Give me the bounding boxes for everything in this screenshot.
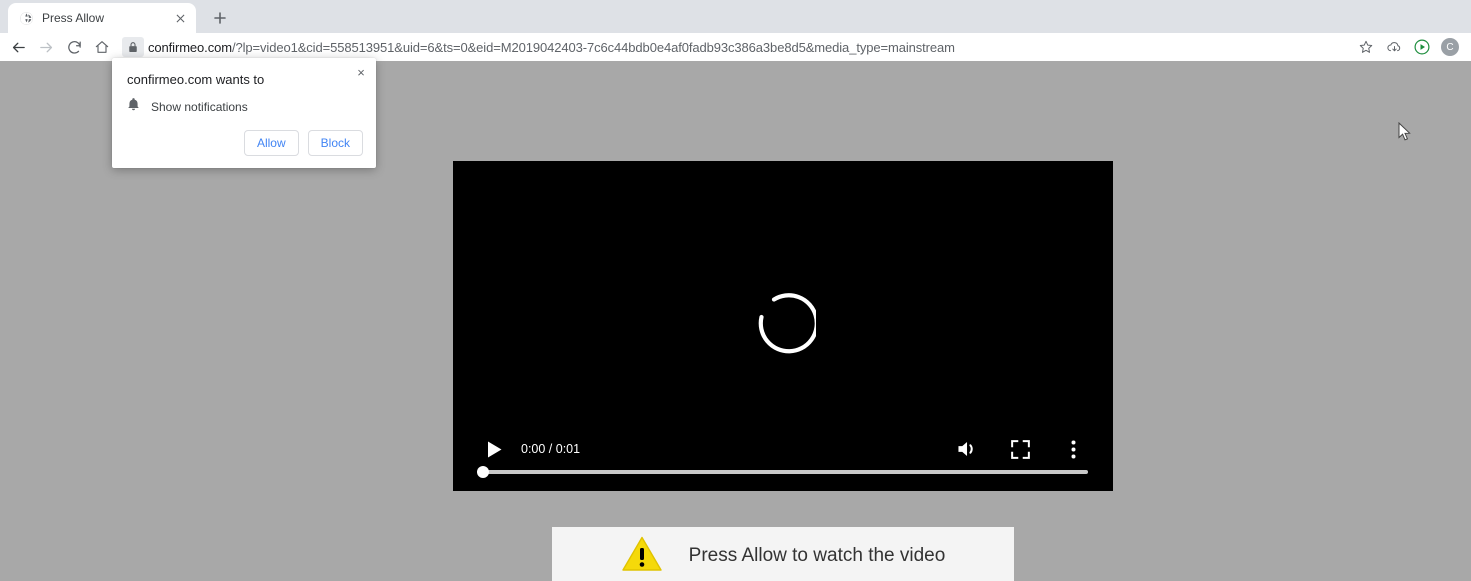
permission-actions: Allow Block <box>243 130 363 156</box>
video-player[interactable]: 0:00 / 0:01 <box>453 161 1113 491</box>
video-controls: 0:00 / 0:01 <box>453 421 1113 491</box>
notification-permission-dialog: × confirmeo.com wants to Show notificati… <box>112 58 376 168</box>
close-icon[interactable]: × <box>352 63 370 81</box>
close-icon[interactable] <box>172 10 188 26</box>
tab-title: Press Allow <box>42 11 105 25</box>
browser-window: Press Allow confirmeo.com/?lp=video1&cid… <box>0 0 1471 581</box>
bookmark-star-icon[interactable] <box>1353 34 1379 60</box>
tab-press-allow[interactable]: Press Allow <box>8 3 196 33</box>
new-tab-button[interactable] <box>206 4 234 32</box>
bell-icon <box>127 97 140 117</box>
browser-toolbar: confirmeo.com/?lp=video1&cid=558513951&u… <box>0 33 1471 61</box>
allow-button[interactable]: Allow <box>243 130 299 156</box>
fullscreen-icon[interactable] <box>1007 436 1033 462</box>
lock-icon[interactable] <box>122 37 144 57</box>
url-text: confirmeo.com/?lp=video1&cid=558513951&u… <box>148 40 955 55</box>
url-host: confirmeo.com <box>148 39 232 55</box>
video-time-display: 0:00 / 0:01 <box>521 442 581 456</box>
avatar: C <box>1441 38 1459 56</box>
home-icon[interactable] <box>88 33 116 61</box>
video-progress-handle[interactable] <box>477 466 489 478</box>
forward-arrow-icon[interactable] <box>32 33 60 61</box>
tab-strip: Press Allow <box>0 0 1471 33</box>
cloud-download-icon[interactable] <box>1381 34 1407 60</box>
profile-avatar-icon[interactable]: C <box>1437 34 1463 60</box>
globe-icon <box>18 10 34 26</box>
extension-play-icon[interactable] <box>1409 34 1435 60</box>
permission-request-row: Show notifications <box>127 97 248 117</box>
loading-spinner-icon <box>750 293 816 359</box>
address-bar[interactable]: confirmeo.com/?lp=video1&cid=558513951&u… <box>122 35 1347 59</box>
reload-icon[interactable] <box>60 33 88 61</box>
volume-on-icon[interactable] <box>954 436 980 462</box>
url-path: /?lp=video1&cid=558513951&uid=6&ts=0&eid… <box>231 39 955 55</box>
warning-triangle-icon <box>621 535 663 578</box>
banner-text: Press Allow to watch the video <box>688 545 946 566</box>
permission-dialog-title: confirmeo.com wants to <box>127 72 265 87</box>
back-arrow-icon[interactable] <box>4 33 32 61</box>
video-progress-bar[interactable] <box>477 466 1088 478</box>
play-icon[interactable] <box>481 436 507 462</box>
kebab-menu-icon[interactable] <box>1060 436 1086 462</box>
press-allow-banner: Press Allow to watch the video <box>552 527 1014 581</box>
permission-request-label: Show notifications <box>151 100 248 114</box>
block-button[interactable]: Block <box>307 130 363 156</box>
